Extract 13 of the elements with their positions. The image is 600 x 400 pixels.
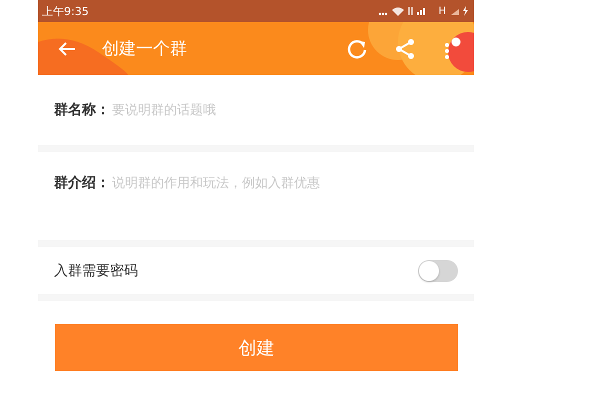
- status-time: 上午9:35: [42, 4, 89, 18]
- share-button[interactable]: [394, 38, 416, 60]
- refresh-button[interactable]: [346, 38, 368, 60]
- field-label: 群名称：: [54, 101, 110, 119]
- back-button[interactable]: [58, 40, 76, 56]
- create-button[interactable]: 创建: [55, 324, 458, 371]
- field-label: 群介绍：: [54, 174, 110, 193]
- password-toggle[interactable]: [418, 260, 458, 282]
- password-label: 入群需要密码: [54, 262, 138, 280]
- more-button[interactable]: [442, 36, 462, 60]
- page-title: 创建一个群: [102, 38, 187, 60]
- network-type: H: [438, 6, 446, 16]
- battery-icon: [450, 6, 470, 16]
